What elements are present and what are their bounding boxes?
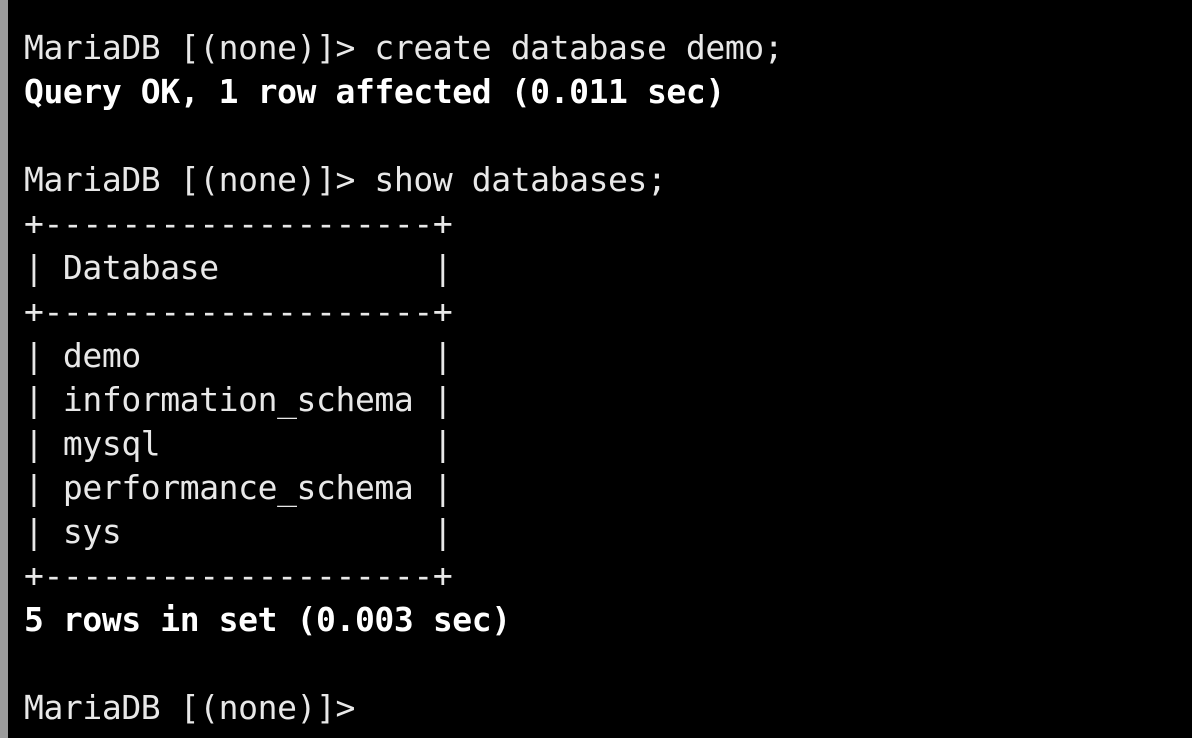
command: create database demo; — [354, 28, 784, 67]
query-result-line: Query OK, 1 row affected (0.011 sec) — [24, 72, 725, 111]
table-header-row: | Database | — [24, 248, 453, 287]
table-row: | performance_schema | — [24, 468, 453, 507]
rows-in-set-line: 5 rows in set (0.003 sec) — [24, 600, 511, 639]
table-row: | demo | — [24, 336, 453, 375]
table-border: +--------------------+ — [24, 292, 453, 331]
table-border: +--------------------+ — [24, 204, 453, 243]
terminal-output[interactable]: MariaDB [(none)]> create database demo; … — [24, 26, 1192, 738]
table-border: +--------------------+ — [24, 556, 453, 595]
command: show databases; — [354, 160, 667, 199]
prompt: MariaDB [(none)]> — [24, 688, 355, 727]
prompt-line: MariaDB [(none)]> show databases; — [24, 158, 1192, 202]
table-row: | information_schema | — [24, 380, 453, 419]
table-row: | sys | — [24, 512, 453, 551]
prompt-line: MariaDB [(none)]> create database demo; — [24, 26, 1192, 70]
terminal-window: MariaDB [(none)]> create database demo; … — [0, 0, 1192, 738]
prompt: MariaDB [(none)]> — [24, 160, 355, 199]
table-row: | mysql | — [24, 424, 453, 463]
prompt: MariaDB [(none)]> — [24, 28, 355, 67]
prompt-line: MariaDB [(none)]> — [24, 686, 1192, 730]
